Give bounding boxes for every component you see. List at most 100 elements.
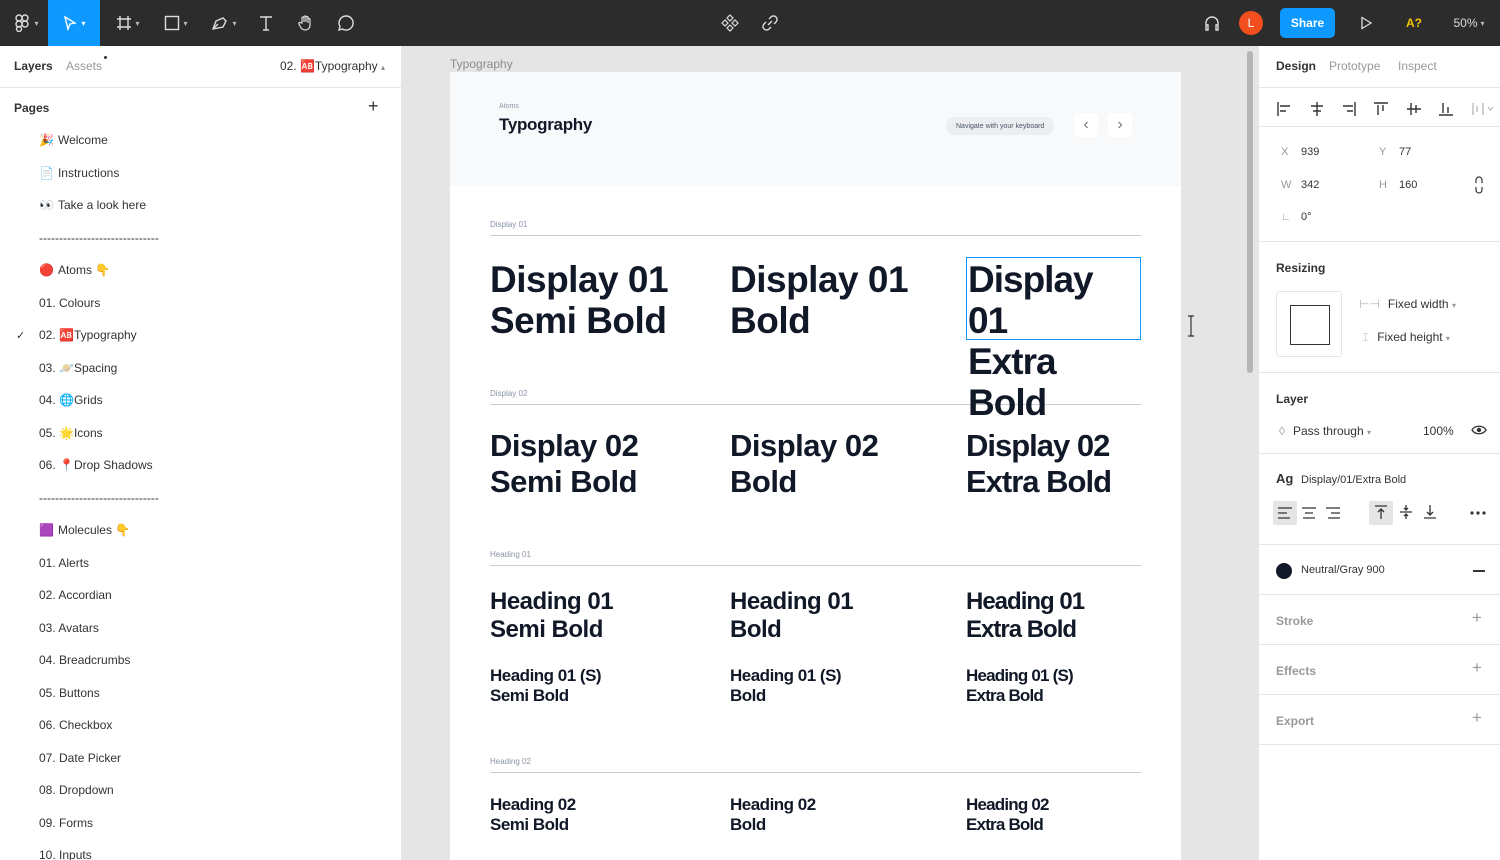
page-item[interactable]: 👀 Take a look here bbox=[0, 191, 401, 219]
blend-mode-dropdown[interactable]: ◊ Pass through ▾ bbox=[1279, 424, 1371, 438]
align-left-icon[interactable] bbox=[1276, 101, 1292, 117]
comment-tool-button[interactable] bbox=[332, 0, 360, 46]
frame-tool-button[interactable]: ▾ bbox=[108, 0, 148, 46]
remove-fill-icon[interactable] bbox=[1473, 570, 1485, 572]
sample-heading-02-bold[interactable]: Heading 02 Bold bbox=[730, 795, 816, 835]
add-page-icon[interactable]: + bbox=[368, 96, 379, 116]
sample-display-02-extrabold[interactable]: Display 02 Extra Bold bbox=[966, 428, 1112, 500]
page-item[interactable]: 04. 🌐Grids bbox=[0, 386, 401, 414]
vertical-align-top-icon[interactable] bbox=[1373, 504, 1389, 520]
fixed-height-dropdown[interactable]: ⌶ Fixed height ▾ bbox=[1359, 330, 1450, 345]
page-item[interactable]: 05. Buttons bbox=[0, 679, 401, 707]
sample-heading-01-bold[interactable]: Heading 01 Bold bbox=[730, 588, 854, 644]
frame-title[interactable]: Typography bbox=[450, 57, 513, 71]
page-item[interactable]: 🟪 Molecules 👇 bbox=[0, 516, 401, 544]
sample-display-01-bold[interactable]: Display 01 Bold bbox=[730, 259, 909, 341]
page-item[interactable]: 01. Colours bbox=[0, 289, 401, 317]
text-align-right-icon[interactable] bbox=[1325, 506, 1341, 520]
h-field[interactable]: H 160 bbox=[1379, 179, 1417, 191]
page-item[interactable]: 03. Avatars bbox=[0, 614, 401, 642]
sample-display-02-semibold[interactable]: Display 02 Semi Bold bbox=[490, 428, 639, 500]
page-item[interactable]: 04. Breadcrumbs bbox=[0, 646, 401, 674]
prev-arrow-icon[interactable]: ‹ bbox=[1074, 113, 1098, 137]
align-right-icon[interactable] bbox=[1341, 101, 1357, 117]
page-item[interactable]: 06. 📍Drop Shadows bbox=[0, 451, 401, 479]
sample-heading-01-semibold[interactable]: Heading 01 Semi Bold bbox=[490, 588, 614, 644]
audio-button[interactable] bbox=[1198, 0, 1226, 46]
components-button[interactable] bbox=[716, 0, 744, 46]
align-top-icon[interactable] bbox=[1373, 101, 1389, 117]
constrain-proportions-icon[interactable] bbox=[1473, 176, 1485, 194]
hand-tool-button[interactable] bbox=[292, 0, 320, 46]
share-button[interactable]: Share bbox=[1280, 8, 1335, 38]
spellcheck-button[interactable]: A? bbox=[1400, 0, 1428, 46]
sample-heading-01s-bold[interactable]: Heading 01 (S) Bold bbox=[730, 666, 842, 706]
text-align-left-icon[interactable] bbox=[1277, 506, 1293, 520]
link-button[interactable] bbox=[756, 0, 784, 46]
present-button[interactable] bbox=[1352, 0, 1380, 46]
page-item[interactable]: 10. Inputs bbox=[0, 841, 401, 860]
tab-layers[interactable]: Layers bbox=[14, 59, 53, 73]
zoom-dropdown[interactable]: 50% ▾ bbox=[1446, 0, 1492, 46]
x-field[interactable]: X 939 bbox=[1281, 146, 1319, 158]
canvas[interactable]: Typography Atoms Typography Navigate wit… bbox=[402, 46, 1258, 860]
rotation-field[interactable]: ∟ 0° bbox=[1281, 211, 1312, 223]
tab-design[interactable]: Design bbox=[1276, 59, 1316, 73]
sample-heading-02-extrabold[interactable]: Heading 02 Extra Bold bbox=[966, 795, 1050, 835]
constraints-widget[interactable] bbox=[1276, 291, 1342, 357]
w-field[interactable]: W 342 bbox=[1281, 179, 1319, 191]
sample-heading-01s-extrabold[interactable]: Heading 01 (S) Extra Bold bbox=[966, 666, 1074, 706]
align-vertical-center-icon[interactable] bbox=[1406, 101, 1422, 117]
page-item[interactable]: ------------------------------ bbox=[0, 224, 401, 252]
next-arrow-icon[interactable]: › bbox=[1108, 113, 1132, 137]
add-effect-icon[interactable]: + bbox=[1472, 658, 1482, 678]
page-item[interactable]: ------------------------------ bbox=[0, 484, 401, 512]
sample-heading-01s-semibold[interactable]: Heading 01 (S) Semi Bold bbox=[490, 666, 602, 706]
pen-tool-button[interactable]: ▾ bbox=[204, 0, 244, 46]
page-item[interactable]: 08. Dropdown bbox=[0, 776, 401, 804]
page-item[interactable]: 05. 🌟Icons bbox=[0, 419, 401, 447]
page-item[interactable]: 01. Alerts bbox=[0, 549, 401, 577]
text-tool-button[interactable] bbox=[252, 0, 280, 46]
sample-heading-02-semibold[interactable]: Heading 02 Semi Bold bbox=[490, 795, 576, 835]
page-item[interactable]: 06. Checkbox bbox=[0, 711, 401, 739]
main-menu-button[interactable]: ▾ bbox=[8, 0, 44, 46]
add-export-icon[interactable]: + bbox=[1472, 708, 1482, 728]
sample-heading-01-extrabold[interactable]: Heading 01 Extra Bold bbox=[966, 588, 1085, 644]
vertical-align-middle-icon[interactable] bbox=[1398, 504, 1414, 520]
page-item[interactable]: 09. Forms bbox=[0, 809, 401, 837]
vertical-align-bottom-icon[interactable] bbox=[1422, 504, 1438, 520]
y-field[interactable]: Y 77 bbox=[1379, 146, 1411, 158]
opacity-field[interactable]: 100% bbox=[1423, 424, 1454, 438]
vertical-scrollbar[interactable] bbox=[1247, 51, 1253, 373]
distribute-icon[interactable] bbox=[1471, 101, 1495, 117]
user-avatar[interactable]: L bbox=[1238, 0, 1264, 46]
fill-swatch[interactable] bbox=[1276, 563, 1292, 579]
tab-prototype[interactable]: Prototype bbox=[1329, 59, 1380, 73]
more-options-icon[interactable] bbox=[1469, 510, 1487, 516]
page-item[interactable]: 02. Accordian bbox=[0, 581, 401, 609]
shape-tool-button[interactable]: ▾ bbox=[156, 0, 196, 46]
page-item[interactable]: 🎉 Welcome bbox=[0, 126, 401, 154]
align-horizontal-center-icon[interactable] bbox=[1309, 101, 1325, 117]
page-item[interactable]: 07. Date Picker bbox=[0, 744, 401, 772]
page-switcher[interactable]: 02. 🆎Typography ▴ bbox=[280, 59, 385, 73]
page-item[interactable]: ✓ 02. 🆎Typography bbox=[0, 321, 401, 349]
page-item[interactable]: 03. 🪐Spacing bbox=[0, 354, 401, 382]
typography-frame[interactable]: Atoms Typography Navigate with your keyb… bbox=[450, 72, 1194, 860]
tab-inspect[interactable]: Inspect bbox=[1398, 59, 1437, 73]
sample-display-02-bold[interactable]: Display 02 Bold bbox=[730, 428, 879, 500]
sample-display-01-extrabold-selected[interactable]: Display 01 Extra Bold bbox=[966, 257, 1141, 423]
text-style-name[interactable]: Display/01/Extra Bold bbox=[1301, 474, 1406, 486]
fixed-width-dropdown[interactable]: ⊢⊣ Fixed width ▾ bbox=[1359, 297, 1456, 311]
tab-assets[interactable]: Assets bbox=[66, 56, 108, 73]
fill-style-name[interactable]: Neutral/Gray 900 bbox=[1301, 564, 1385, 576]
sample-display-01-semibold[interactable]: Display 01 Semi Bold bbox=[490, 259, 669, 341]
eye-visible-icon[interactable] bbox=[1471, 424, 1487, 436]
page-item[interactable]: 📄 Instructions bbox=[0, 159, 401, 187]
text-align-center-icon[interactable] bbox=[1301, 506, 1317, 520]
add-stroke-icon[interactable]: + bbox=[1472, 608, 1482, 628]
align-bottom-icon[interactable] bbox=[1438, 101, 1454, 117]
page-item[interactable]: 🔴 Atoms 👇 bbox=[0, 256, 401, 284]
move-tool-button[interactable]: ▾ bbox=[48, 0, 100, 46]
